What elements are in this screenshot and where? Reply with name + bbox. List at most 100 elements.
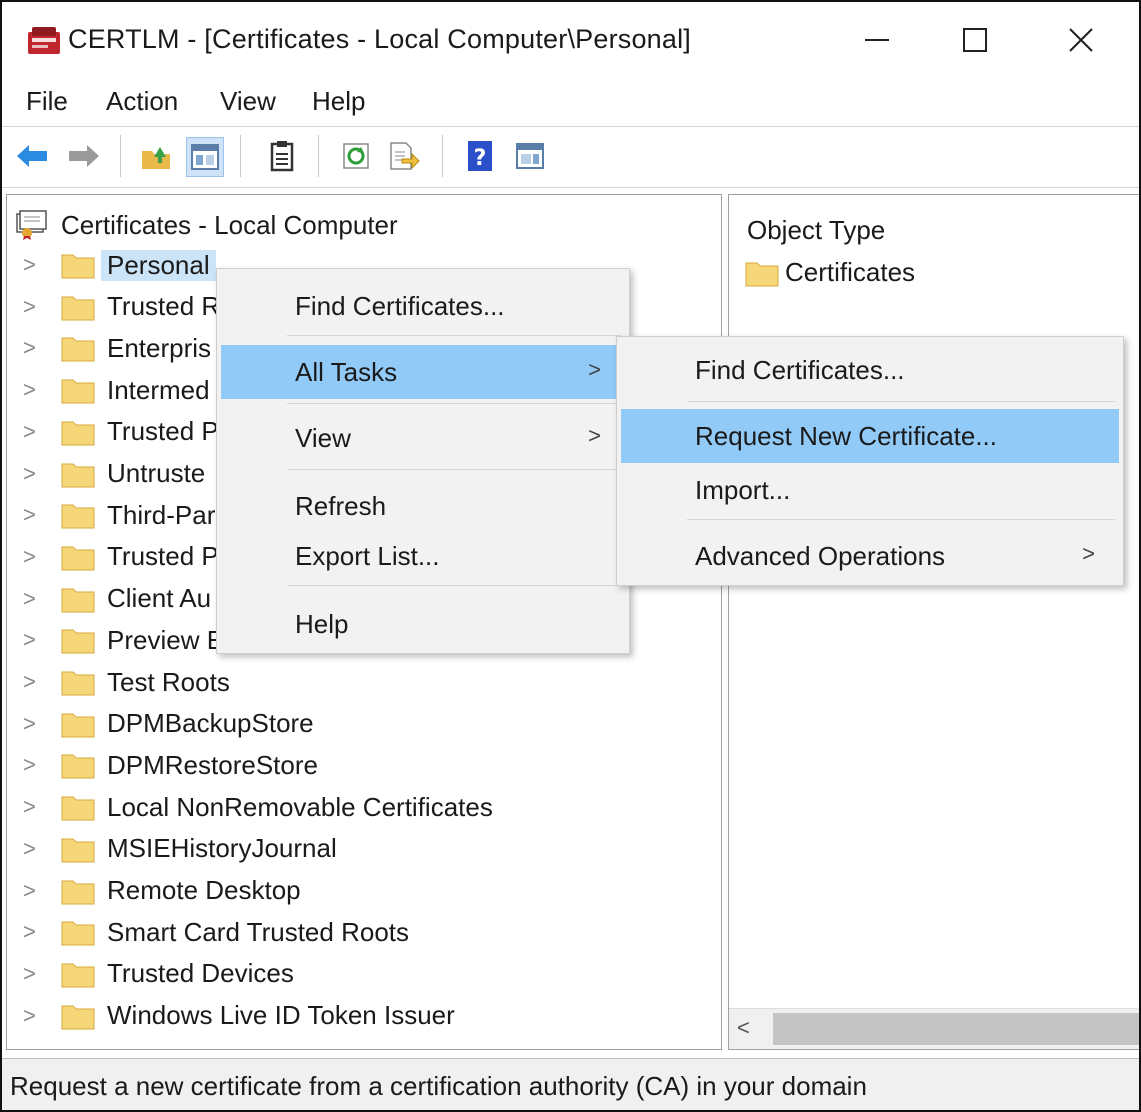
- tree-node[interactable]: > Smart Card Trusted Roots: [23, 912, 409, 952]
- help-button[interactable]: ?: [462, 137, 498, 175]
- close-button[interactable]: [1046, 10, 1116, 70]
- tree-node[interactable]: > MSIEHistoryJournal: [23, 829, 337, 869]
- list-item[interactable]: Certificates: [745, 257, 915, 288]
- show-hide-console-tree-button[interactable]: [186, 137, 224, 177]
- submenu-item-request-new-certificate[interactable]: Request New Certificate...: [621, 409, 1119, 463]
- expand-chevron-icon[interactable]: >: [23, 335, 45, 361]
- export-list-button[interactable]: [386, 137, 422, 175]
- submenu-item-advanced-operations[interactable]: Advanced Operations >: [621, 529, 1119, 583]
- properties-icon: [270, 141, 294, 172]
- folder-icon: [61, 421, 95, 446]
- folder-icon: [61, 713, 95, 738]
- expand-chevron-icon[interactable]: >: [23, 961, 45, 987]
- folder-icon: [61, 838, 95, 863]
- tree-node[interactable]: > Trusted Devices: [23, 954, 294, 994]
- folder-icon: [61, 796, 95, 821]
- tree-node[interactable]: > Untruste: [23, 454, 205, 494]
- expand-chevron-icon[interactable]: >: [23, 711, 45, 737]
- menu-bar: File Action View Help: [2, 80, 1139, 124]
- expand-chevron-icon[interactable]: >: [23, 586, 45, 612]
- menu-file[interactable]: File: [26, 86, 68, 117]
- tree-node[interactable]: > Trusted P: [23, 412, 219, 452]
- details-pane[interactable]: Object Type Certificates <: [728, 194, 1139, 1050]
- expand-chevron-icon[interactable]: >: [23, 544, 45, 570]
- folder-icon: [61, 754, 95, 779]
- tree-node-label: Personal: [101, 249, 216, 281]
- tree-root[interactable]: Certificates - Local Computer: [15, 207, 398, 243]
- folder-icon: [61, 629, 95, 654]
- tree-node-label: Trusted Devices: [107, 958, 294, 989]
- tree-node-label: Intermed: [107, 374, 210, 405]
- tree-node[interactable]: > Trusted R: [23, 287, 220, 327]
- expand-chevron-icon[interactable]: >: [23, 836, 45, 862]
- toolbar: ?: [2, 126, 1139, 188]
- expand-chevron-icon[interactable]: >: [23, 752, 45, 778]
- tree-node-label: Local NonRemovable Certificates: [107, 791, 493, 822]
- up-one-level-button[interactable]: [138, 137, 174, 175]
- tree-node-label: Windows Live ID Token Issuer: [107, 1000, 455, 1031]
- back-button[interactable]: [14, 137, 50, 175]
- scroll-left-arrow-icon[interactable]: <: [737, 1015, 750, 1041]
- tree-node[interactable]: > DPMBackupStore: [23, 704, 314, 744]
- window-title: CERTLM - [Certificates - Local Computer\…: [68, 24, 692, 54]
- tree-node[interactable]: > Windows Live ID Token Issuer: [23, 996, 455, 1036]
- expand-chevron-icon[interactable]: >: [23, 419, 45, 445]
- tree-node[interactable]: > Remote Desktop: [23, 871, 301, 911]
- context-menu: Find Certificates... All Tasks > View > …: [216, 268, 630, 654]
- menu-help[interactable]: Help: [312, 86, 365, 117]
- refresh-icon: [343, 143, 369, 169]
- submenu-item-find-certificates[interactable]: Find Certificates...: [621, 343, 1119, 397]
- tree-node-label: DPMBackupStore: [107, 708, 314, 739]
- maximize-button[interactable]: [940, 10, 1010, 70]
- minimize-button[interactable]: [842, 10, 912, 70]
- menu-item-view[interactable]: View >: [221, 411, 625, 465]
- expand-chevron-icon[interactable]: >: [23, 377, 45, 403]
- certificate-store-icon: [16, 210, 47, 240]
- expand-chevron-icon[interactable]: >: [23, 919, 45, 945]
- expand-chevron-icon[interactable]: >: [23, 1003, 45, 1029]
- expand-chevron-icon[interactable]: >: [23, 878, 45, 904]
- expand-chevron-icon[interactable]: >: [23, 669, 45, 695]
- tree-node[interactable]: > Client Au: [23, 579, 211, 619]
- object-type-header[interactable]: Object Type: [747, 215, 885, 246]
- tree-node[interactable]: > Personal: [23, 245, 216, 285]
- tree-node-label: Untruste: [107, 458, 206, 488]
- up-folder-icon: [142, 147, 170, 169]
- show-hide-action-pane-button[interactable]: [512, 137, 548, 175]
- folder-icon: [61, 254, 95, 279]
- show-action-pane-icon: [516, 143, 544, 169]
- menu-view[interactable]: View: [220, 86, 276, 117]
- tree-node[interactable]: > Preview E: [23, 620, 224, 660]
- submenu-item-import[interactable]: Import...: [621, 463, 1119, 517]
- tree-node[interactable]: > Local NonRemovable Certificates: [23, 787, 493, 827]
- tree-node[interactable]: > Third-Par: [23, 495, 215, 535]
- expand-chevron-icon[interactable]: >: [23, 294, 45, 320]
- menu-item-refresh[interactable]: Refresh: [221, 479, 625, 533]
- expand-chevron-icon[interactable]: >: [23, 461, 45, 487]
- expand-chevron-icon[interactable]: >: [23, 794, 45, 820]
- menu-item-help[interactable]: Help: [221, 597, 625, 651]
- properties-button[interactable]: [264, 137, 300, 175]
- menu-item-all-tasks[interactable]: All Tasks >: [221, 345, 625, 399]
- menu-item-find-certificates[interactable]: Find Certificates...: [221, 279, 625, 333]
- expand-chevron-icon[interactable]: >: [23, 502, 45, 528]
- tree-node[interactable]: > Enterpris: [23, 328, 211, 368]
- refresh-button[interactable]: [338, 137, 374, 175]
- horizontal-scrollbar[interactable]: <: [729, 1008, 1139, 1049]
- tree-node-label: Preview E: [107, 624, 225, 655]
- menu-action[interactable]: Action: [106, 86, 178, 117]
- forward-button[interactable]: [66, 137, 102, 175]
- folder-icon: [61, 963, 95, 988]
- menu-item-export-list[interactable]: Export List...: [221, 529, 625, 583]
- expand-chevron-icon[interactable]: >: [23, 627, 45, 653]
- tree-node[interactable]: > Test Roots: [23, 662, 230, 702]
- minimize-icon: [865, 39, 889, 41]
- tree-node[interactable]: > Intermed: [23, 370, 210, 410]
- expand-chevron-icon[interactable]: >: [23, 252, 45, 278]
- scrollbar-thumb[interactable]: [773, 1013, 1139, 1045]
- tree-node-label: Client Au: [107, 583, 212, 614]
- tree-node[interactable]: > DPMRestoreStore: [23, 745, 318, 785]
- tree-node[interactable]: > Trusted P: [23, 537, 219, 577]
- folder-icon: [61, 463, 95, 487]
- title-bar: CERTLM - [Certificates - Local Computer\…: [2, 2, 1139, 78]
